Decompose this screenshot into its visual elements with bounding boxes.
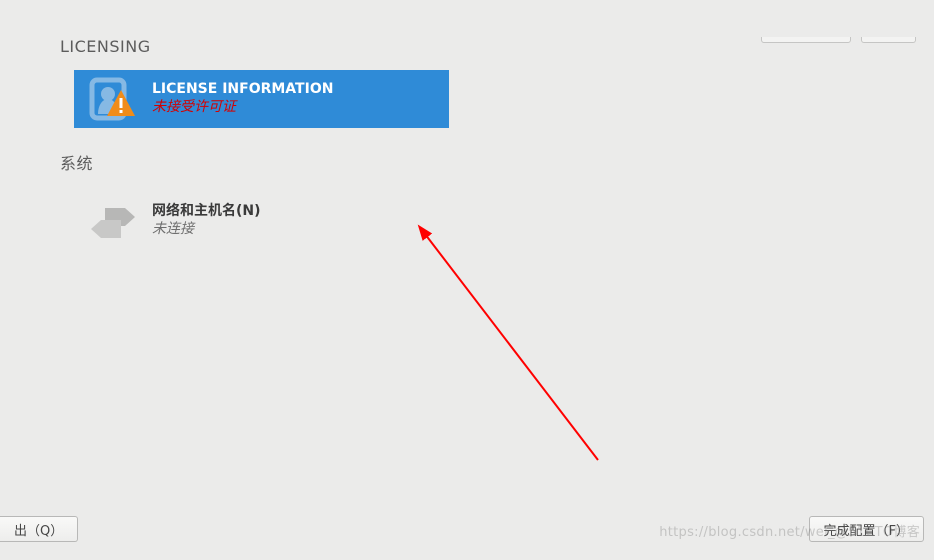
quit-button[interactable]: 出（Q） xyxy=(0,516,78,542)
spoke-status: 未接受许可证 xyxy=(152,98,439,118)
section-title-system: 系统 xyxy=(60,150,874,174)
main-content: LICENSING LICENSE INFORMATION 未接受许可证 系统 xyxy=(0,37,934,250)
spoke-license-information[interactable]: LICENSE INFORMATION 未接受许可证 xyxy=(74,70,449,128)
top-box xyxy=(861,37,916,43)
spoke-title: LICENSE INFORMATION xyxy=(152,80,439,98)
spoke-text: 网络和主机名(N) 未连接 xyxy=(152,202,449,240)
spoke-status: 未连接 xyxy=(152,220,439,240)
top-box xyxy=(761,37,851,43)
license-warning-icon xyxy=(74,70,152,128)
spoke-title: 网络和主机名(N) xyxy=(152,202,439,220)
network-icon xyxy=(74,192,152,250)
spoke-text: LICENSE INFORMATION 未接受许可证 xyxy=(152,80,449,118)
top-bar-remnant xyxy=(761,37,916,47)
finish-config-button[interactable]: 完成配置（F） xyxy=(809,516,924,542)
section-title-licensing: LICENSING xyxy=(60,37,874,56)
spoke-network-hostname[interactable]: 网络和主机名(N) 未连接 xyxy=(74,192,449,250)
footer-bar: 出（Q） 完成配置（F） xyxy=(0,516,934,550)
